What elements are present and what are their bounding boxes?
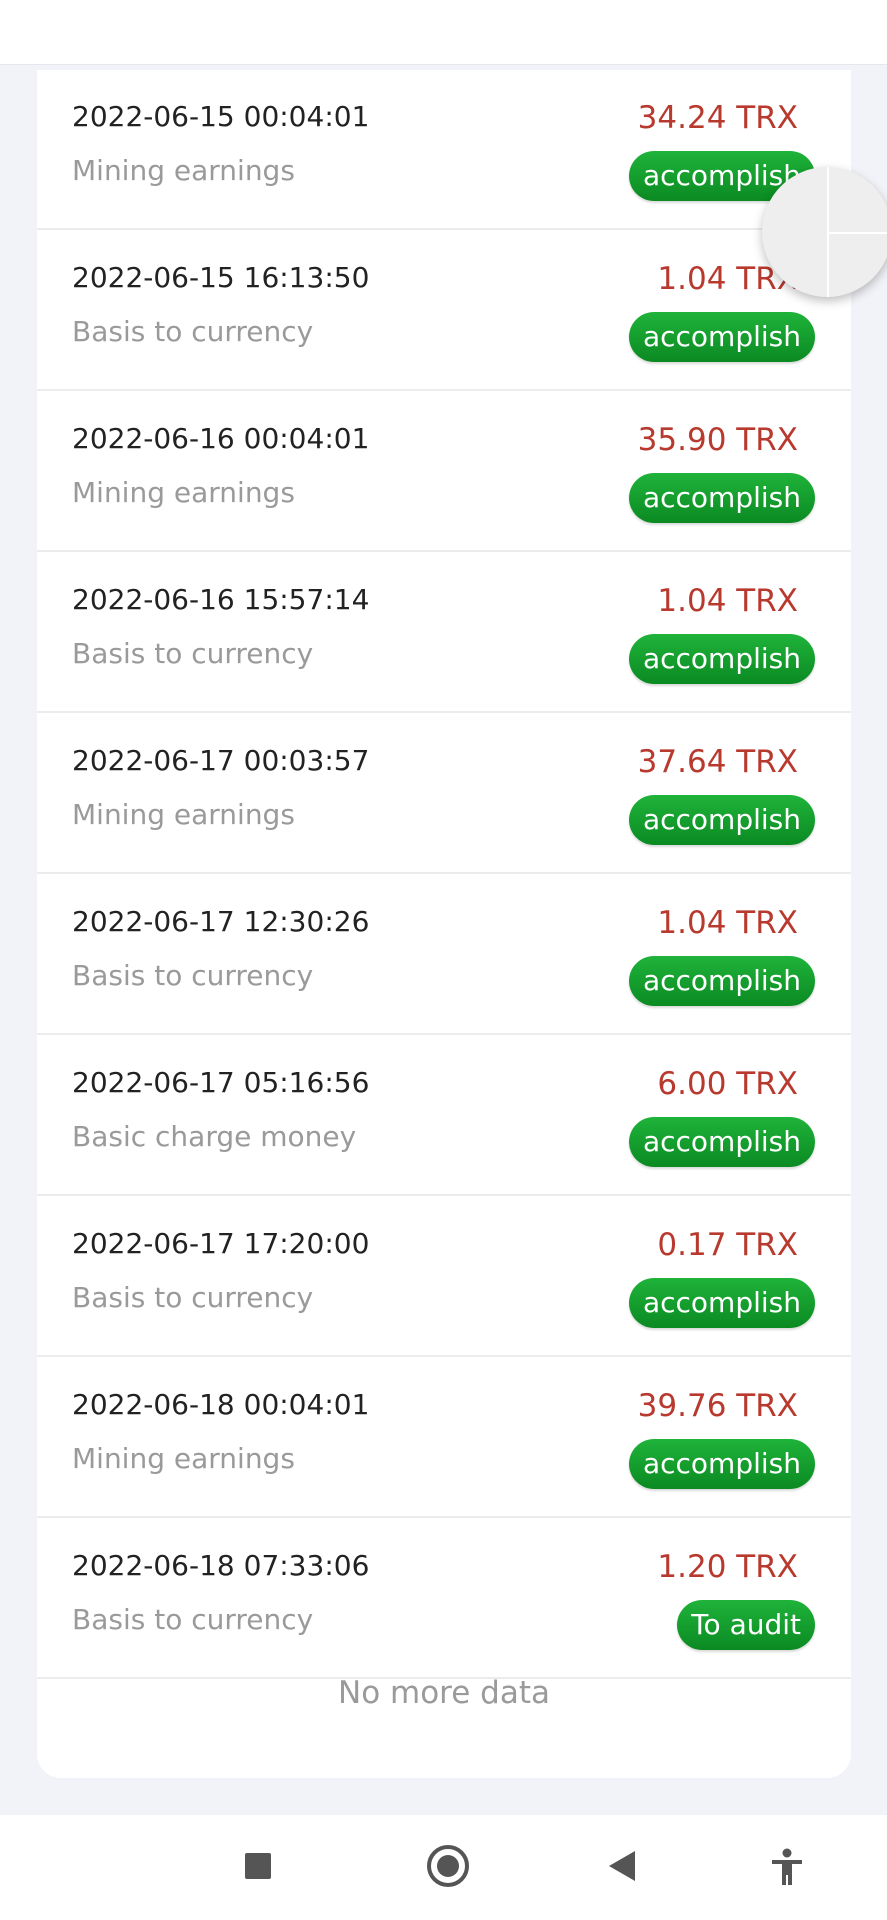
- record-description: Basis to currency: [72, 1281, 314, 1314]
- back-button[interactable]: [581, 1815, 661, 1920]
- home-circle-icon: [427, 1845, 469, 1887]
- accessibility-icon: [772, 1848, 802, 1885]
- record-date: 2022-06-18 00:04:01: [72, 1388, 370, 1421]
- list-item[interactable]: 2022-06-16 15:57:14 Basis to currency 1.…: [37, 553, 851, 713]
- record-amount: 1.04 TRX: [657, 905, 798, 941]
- record-amount: 6.00 TRX: [657, 1066, 798, 1102]
- record-date: 2022-06-16 00:04:01: [72, 422, 370, 455]
- status-badge: accomplish: [628, 1278, 815, 1328]
- status-badge: accomplish: [628, 795, 815, 845]
- record-description: Mining earnings: [72, 476, 295, 509]
- list-item[interactable]: 2022-06-17 12:30:26 Basis to currency 1.…: [37, 875, 851, 1035]
- list-item[interactable]: 2022-06-18 00:04:01 Mining earnings 39.7…: [37, 1358, 851, 1518]
- system-navigation-bar: [0, 1815, 887, 1920]
- list-item[interactable]: 2022-06-15 00:04:01 Mining earnings 34.2…: [37, 70, 851, 230]
- record-description: Mining earnings: [72, 1442, 295, 1475]
- status-badge: accomplish: [628, 634, 815, 684]
- record-amount: 1.20 TRX: [657, 1549, 798, 1585]
- list-item[interactable]: 2022-06-18 07:33:06 Basis to currency 1.…: [37, 1519, 851, 1679]
- status-badge: accomplish: [628, 1117, 815, 1167]
- list-item[interactable]: 2022-06-17 05:16:56 Basic charge money 6…: [37, 1036, 851, 1196]
- record-date: 2022-06-17 00:03:57: [72, 744, 370, 777]
- top-header-bar: [0, 0, 887, 65]
- list-item[interactable]: 2022-06-17 00:03:57 Mining earnings 37.6…: [37, 714, 851, 874]
- status-badge: To audit: [677, 1600, 815, 1650]
- assistive-touch-icon[interactable]: [762, 167, 887, 297]
- record-date: 2022-06-16 15:57:14: [72, 583, 370, 616]
- no-more-data-label: No more data: [338, 1675, 550, 1711]
- record-description: Basis to currency: [72, 315, 314, 348]
- record-amount: 37.64 TRX: [637, 744, 798, 780]
- accessibility-button[interactable]: [747, 1815, 827, 1920]
- record-date: 2022-06-17 17:20:00: [72, 1227, 370, 1260]
- record-amount: 0.17 TRX: [657, 1227, 798, 1263]
- record-amount: 1.04 TRX: [657, 583, 798, 619]
- record-amount: 35.90 TRX: [637, 422, 798, 458]
- back-triangle-icon: [609, 1851, 635, 1881]
- list-item[interactable]: 2022-06-17 17:20:00 Basis to currency 0.…: [37, 1197, 851, 1357]
- record-amount: 39.76 TRX: [637, 1388, 798, 1424]
- recent-apps-button[interactable]: [218, 1815, 298, 1920]
- square-icon: [245, 1853, 271, 1879]
- record-description: Mining earnings: [72, 154, 295, 187]
- record-description: Basis to currency: [72, 959, 314, 992]
- record-description: Basis to currency: [72, 637, 314, 670]
- record-amount: 34.24 TRX: [637, 100, 798, 136]
- status-badge: accomplish: [628, 473, 815, 523]
- record-date: 2022-06-17 12:30:26: [72, 905, 370, 938]
- home-button[interactable]: [408, 1815, 488, 1920]
- status-badge: accomplish: [628, 312, 815, 362]
- records-list-card: 2022-06-15 00:04:01 Mining earnings 34.2…: [37, 70, 851, 1778]
- status-badge: accomplish: [628, 956, 815, 1006]
- record-date: 2022-06-17 05:16:56: [72, 1066, 370, 1099]
- record-description: Basic charge money: [72, 1120, 357, 1153]
- record-date: 2022-06-15 16:13:50: [72, 261, 370, 294]
- record-date: 2022-06-18 07:33:06: [72, 1549, 370, 1582]
- record-date: 2022-06-15 00:04:01: [72, 100, 370, 133]
- list-item[interactable]: 2022-06-16 00:04:01 Mining earnings 35.9…: [37, 392, 851, 552]
- assistive-touch-divider: [827, 232, 887, 234]
- status-badge: accomplish: [628, 1439, 815, 1489]
- record-description: Mining earnings: [72, 798, 295, 831]
- record-description: Basis to currency: [72, 1603, 314, 1636]
- list-item[interactable]: 2022-06-15 16:13:50 Basis to currency 1.…: [37, 231, 851, 391]
